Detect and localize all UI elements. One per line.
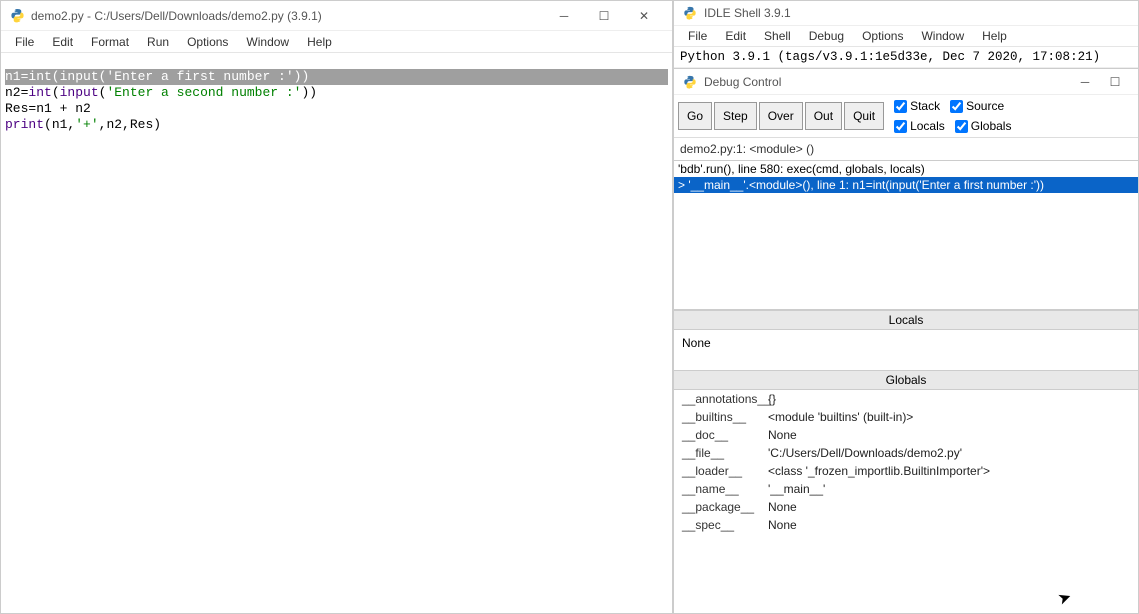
shell-menu-file[interactable]: File bbox=[680, 27, 715, 45]
menu-run[interactable]: Run bbox=[139, 33, 177, 51]
global-row: __builtins__<module 'builtins' (built-in… bbox=[674, 408, 1138, 426]
global-row: __doc__None bbox=[674, 426, 1138, 444]
minimize-button[interactable]: ─ bbox=[544, 2, 584, 30]
shell-menu-edit[interactable]: Edit bbox=[717, 27, 754, 45]
globals-header: Globals bbox=[674, 370, 1138, 390]
debug-controls: Go Step Over Out Quit Stack Source Local… bbox=[674, 95, 1138, 138]
step-button[interactable]: Step bbox=[714, 102, 757, 130]
global-row: __spec__None bbox=[674, 516, 1138, 534]
python-icon bbox=[682, 5, 698, 21]
python-icon bbox=[682, 74, 698, 90]
locals-checkbox[interactable]: Locals bbox=[894, 119, 945, 133]
menu-help[interactable]: Help bbox=[299, 33, 340, 51]
shell-title-bar: IDLE Shell 3.9.1 bbox=[674, 1, 1138, 26]
debug-checkbox-group: Stack Source Locals Globals bbox=[894, 99, 1011, 133]
over-button[interactable]: Over bbox=[759, 102, 803, 130]
shell-menu-bar: File Edit Shell Debug Options Window Hel… bbox=[674, 26, 1138, 47]
stack-row-selected[interactable]: > '__main__'.<module>(), line 1: n1=int(… bbox=[674, 177, 1138, 193]
debug-button-row: Go Step Over Out Quit bbox=[678, 102, 884, 130]
minimize-button[interactable]: ─ bbox=[1070, 71, 1100, 93]
menu-file[interactable]: File bbox=[7, 33, 42, 51]
maximize-button[interactable]: ☐ bbox=[584, 2, 624, 30]
shell-menu-debug[interactable]: Debug bbox=[801, 27, 852, 45]
menu-window[interactable]: Window bbox=[238, 33, 297, 51]
source-checkbox[interactable]: Source bbox=[950, 99, 1004, 113]
code-line-1[interactable]: n1=int(input('Enter a first number :')) bbox=[5, 69, 668, 85]
debug-title: Debug Control bbox=[704, 75, 1064, 89]
shell-menu-window[interactable]: Window bbox=[913, 27, 972, 45]
globals-checkbox[interactable]: Globals bbox=[955, 119, 1012, 133]
menu-format[interactable]: Format bbox=[83, 33, 137, 51]
locals-none: None bbox=[682, 336, 711, 350]
shell-banner[interactable]: Python 3.9.1 (tags/v3.9.1:1e5d33e, Dec 7… bbox=[674, 47, 1138, 68]
debug-body: Go Step Over Out Quit Stack Source Local… bbox=[674, 95, 1138, 613]
global-row: __name__'__main__' bbox=[674, 480, 1138, 498]
go-button[interactable]: Go bbox=[678, 102, 712, 130]
global-row: __annotations__{} bbox=[674, 390, 1138, 408]
menu-options[interactable]: Options bbox=[179, 33, 236, 51]
right-column: IDLE Shell 3.9.1 File Edit Shell Debug O… bbox=[673, 0, 1139, 614]
stack-checkbox[interactable]: Stack bbox=[894, 99, 940, 113]
global-row: __package__None bbox=[674, 498, 1138, 516]
editor-title: demo2.py - C:/Users/Dell/Downloads/demo2… bbox=[31, 9, 538, 23]
shell-title: IDLE Shell 3.9.1 bbox=[704, 6, 1130, 20]
debug-module-line: demo2.py:1: <module> () bbox=[674, 138, 1138, 160]
globals-table: __annotations__{} __builtins__<module 'b… bbox=[674, 390, 1138, 534]
python-icon bbox=[9, 8, 25, 24]
out-button[interactable]: Out bbox=[805, 102, 842, 130]
editor-win-controls: ─ ☐ ✕ bbox=[544, 2, 664, 30]
editor-title-bar: demo2.py - C:/Users/Dell/Downloads/demo2… bbox=[1, 1, 672, 31]
debug-win-controls: ─ ☐ bbox=[1070, 71, 1130, 93]
locals-body: None bbox=[674, 330, 1138, 370]
close-button[interactable]: ✕ bbox=[624, 2, 664, 30]
shell-window: IDLE Shell 3.9.1 File Edit Shell Debug O… bbox=[673, 0, 1139, 68]
editor-window: demo2.py - C:/Users/Dell/Downloads/demo2… bbox=[0, 0, 673, 614]
editor-menu-bar: File Edit Format Run Options Window Help bbox=[1, 31, 672, 53]
stack-row[interactable]: 'bdb'.run(), line 580: exec(cmd, globals… bbox=[674, 161, 1138, 177]
menu-edit[interactable]: Edit bbox=[44, 33, 81, 51]
shell-menu-shell[interactable]: Shell bbox=[756, 27, 799, 45]
global-row: __loader__<class '_frozen_importlib.Buil… bbox=[674, 462, 1138, 480]
quit-button[interactable]: Quit bbox=[844, 102, 884, 130]
stack-list[interactable]: 'bdb'.run(), line 580: exec(cmd, globals… bbox=[674, 160, 1138, 310]
editor-code-area[interactable]: n1=int(input('Enter a first number :'))n… bbox=[1, 53, 672, 613]
locals-header: Locals bbox=[674, 310, 1138, 330]
global-row: __file__'C:/Users/Dell/Downloads/demo2.p… bbox=[674, 444, 1138, 462]
maximize-button[interactable]: ☐ bbox=[1100, 71, 1130, 93]
debug-window: Debug Control ─ ☐ Go Step Over Out Quit … bbox=[673, 68, 1139, 614]
debug-title-bar: Debug Control ─ ☐ bbox=[674, 69, 1138, 95]
shell-menu-help[interactable]: Help bbox=[974, 27, 1015, 45]
shell-menu-options[interactable]: Options bbox=[854, 27, 911, 45]
